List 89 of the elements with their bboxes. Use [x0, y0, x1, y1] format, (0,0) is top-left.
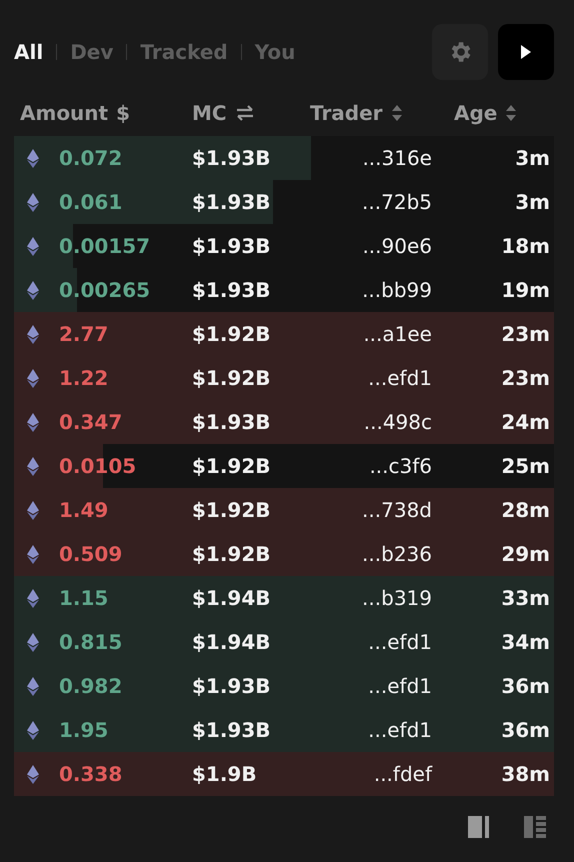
age-text: 24m [500, 410, 551, 434]
amount-text: 0.338 [59, 762, 124, 786]
age-text: 23m [500, 322, 551, 346]
split-layout-icon[interactable] [468, 816, 492, 838]
trader-link[interactable]: ...b319 [312, 586, 432, 610]
trader-link[interactable]: ...efd1 [312, 366, 432, 390]
trader-link[interactable]: ...efd1 [312, 718, 432, 742]
market-cap-text: $1.92B [192, 498, 272, 522]
trader-link[interactable]: ...498c [312, 410, 432, 434]
list-layout-icon[interactable] [524, 816, 548, 838]
amount-text: 1.22 [59, 366, 110, 390]
ethereum-icon [27, 764, 39, 784]
age-text: 36m [500, 718, 551, 742]
currency-toggle[interactable]: $ [116, 101, 130, 125]
age-text: 23m [500, 366, 551, 390]
market-cap-text: $1.9B [192, 762, 258, 786]
play-button[interactable] [498, 24, 554, 80]
market-cap-text: $1.93B [192, 190, 272, 214]
trader-link[interactable]: ...72b5 [312, 190, 432, 214]
market-cap-text: $1.92B [192, 322, 272, 346]
amount-text: 0.0105 [59, 454, 138, 478]
amount-text: 0.982 [59, 674, 124, 698]
market-cap-text: $1.93B [192, 278, 272, 302]
amount-text: 0.347 [59, 410, 124, 434]
amount-text: 0.072 [59, 146, 124, 170]
settings-button[interactable] [432, 24, 488, 80]
trader-link[interactable]: ...a1ee [312, 322, 432, 346]
age-text: 33m [500, 586, 551, 610]
trader-link[interactable]: ...90e6 [312, 234, 432, 258]
trader-link[interactable]: ...fdef [312, 762, 432, 786]
market-cap-text: $1.94B [192, 586, 272, 610]
ethereum-icon [27, 544, 39, 564]
market-cap-text: $1.92B [192, 454, 272, 478]
age-text: 34m [500, 630, 551, 654]
trader-link[interactable]: ...c3f6 [312, 454, 432, 478]
trader-link[interactable]: ...efd1 [312, 630, 432, 654]
ethereum-icon [27, 500, 39, 520]
column-header[interactable]: Amount [20, 101, 108, 125]
ethereum-icon [27, 456, 39, 476]
age-text: 29m [500, 542, 551, 566]
market-cap-text: $1.93B [192, 146, 272, 170]
trader-link[interactable]: ...738d [312, 498, 432, 522]
column-header[interactable]: Trader [310, 101, 383, 125]
age-text: 38m [500, 762, 551, 786]
column-header[interactable]: Age [454, 101, 498, 125]
age-text: 25m [500, 454, 551, 478]
amount-text: 1.15 [59, 586, 110, 610]
swap-icon[interactable] [234, 105, 255, 121]
trader-link[interactable]: ...bb99 [312, 278, 432, 302]
ethereum-icon [27, 676, 39, 696]
age-text: 18m [500, 234, 551, 258]
amount-text: 0.509 [59, 542, 124, 566]
column-header[interactable]: MC [192, 101, 227, 125]
trader-link[interactable]: ...b236 [312, 542, 432, 566]
market-cap-text: $1.92B [192, 542, 272, 566]
play-icon [520, 44, 532, 60]
age-text: 28m [500, 498, 551, 522]
ethereum-icon [27, 280, 39, 300]
amount-text: 1.95 [59, 718, 110, 742]
ethereum-icon [27, 324, 39, 344]
filter-tab[interactable]: All [14, 40, 44, 64]
market-cap-text: $1.93B [192, 674, 272, 698]
amount-text: 0.815 [59, 630, 124, 654]
sort-icon[interactable] [390, 104, 403, 122]
amount-text: 0.00157 [59, 234, 152, 258]
ethereum-icon [27, 236, 39, 256]
amount-text: 2.77 [59, 322, 110, 346]
age-text: 3m [514, 146, 551, 170]
age-text: 3m [514, 190, 551, 214]
ethereum-icon [27, 412, 39, 432]
amount-text: 1.49 [59, 498, 110, 522]
sort-icon[interactable] [505, 104, 518, 122]
ethereum-icon [27, 720, 39, 740]
ethereum-icon [27, 148, 39, 168]
amount-text: 0.061 [59, 190, 124, 214]
amount-text: 0.00265 [59, 278, 152, 302]
ethereum-icon [27, 632, 39, 652]
trader-link[interactable]: ...efd1 [312, 674, 432, 698]
market-cap-text: $1.93B [192, 410, 272, 434]
age-text: 36m [500, 674, 551, 698]
ethereum-icon [27, 192, 39, 212]
age-text: 19m [500, 278, 551, 302]
ethereum-icon [27, 588, 39, 608]
market-cap-text: $1.92B [192, 366, 272, 390]
market-cap-text: $1.93B [192, 718, 272, 742]
market-cap-text: $1.94B [192, 630, 272, 654]
market-cap-text: $1.93B [192, 234, 272, 258]
trader-link[interactable]: ...316e [312, 146, 432, 170]
ethereum-icon [27, 368, 39, 388]
